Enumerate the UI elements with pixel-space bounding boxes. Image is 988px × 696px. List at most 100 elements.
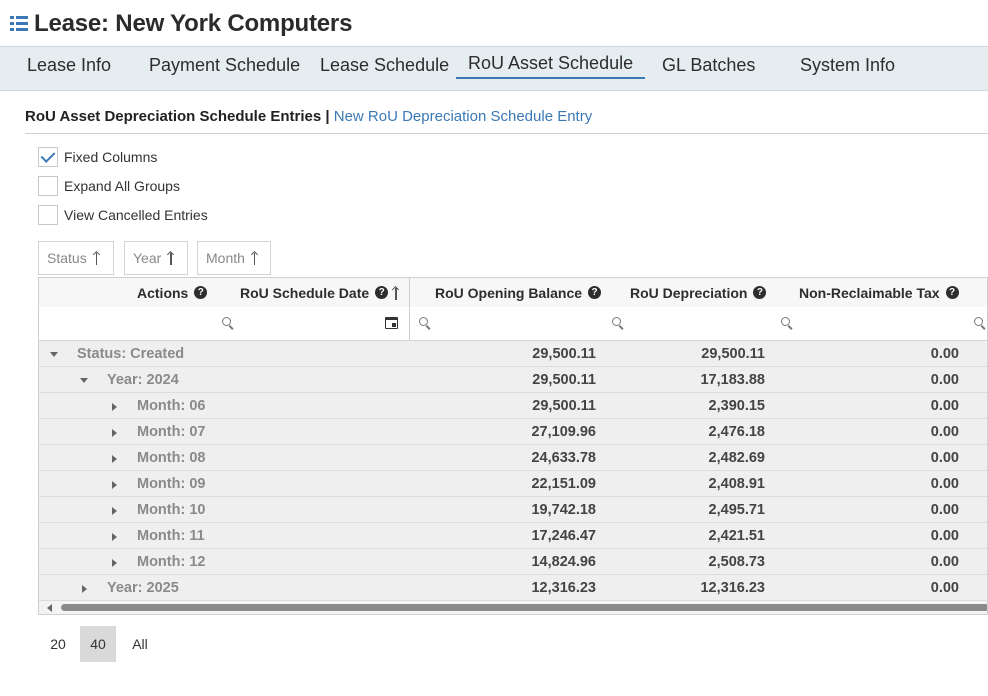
depreciation-cell: 2,508.73 — [708, 554, 765, 570]
expand-icon[interactable] — [112, 559, 117, 567]
expand-icon[interactable] — [112, 455, 117, 463]
expand-all-groups-label: Expand All Groups — [64, 178, 180, 194]
depreciation-cell: 2,476.18 — [708, 424, 765, 440]
expand-icon[interactable] — [112, 533, 117, 541]
depreciation-cell: 2,421.51 — [708, 528, 765, 544]
help-icon[interactable]: ? — [753, 286, 767, 299]
page-size-all[interactable]: All — [122, 626, 158, 662]
group-label: Year: 2025 — [107, 580, 179, 596]
opening-balance-cell: 29,500.11 — [532, 372, 596, 388]
depreciation-cell: 2,408.91 — [708, 476, 765, 492]
page-size-40[interactable]: 40 — [80, 626, 116, 662]
column-header-rou-depreciation[interactable]: RoU Depreciation ? — [630, 278, 767, 307]
sort-ascending-icon[interactable] — [167, 251, 175, 265]
group-label: Year: 2024 — [107, 372, 179, 388]
group-row-month[interactable]: Month: 12 14,824.96 2,508.73 0.00 — [39, 549, 987, 575]
expand-icon[interactable] — [82, 585, 87, 593]
scrollbar-thumb[interactable] — [61, 604, 987, 611]
tab-lease-schedule[interactable]: Lease Schedule — [320, 55, 449, 76]
sort-ascending-icon[interactable] — [392, 286, 400, 300]
group-chip-label: Year — [133, 250, 162, 266]
search-icon[interactable] — [222, 317, 234, 329]
search-icon[interactable] — [612, 317, 624, 329]
view-cancelled-option[interactable]: View Cancelled Entries — [38, 204, 208, 226]
group-row-year[interactable]: Year: 2025 12,316.23 12,316.23 0.00 — [39, 575, 987, 601]
new-entry-link[interactable]: New RoU Depreciation Schedule Entry — [334, 108, 592, 125]
expand-icon[interactable] — [112, 481, 117, 489]
opening-balance-cell: 29,500.11 — [532, 346, 596, 362]
tax-cell: 0.00 — [930, 528, 959, 544]
help-icon[interactable]: ? — [375, 286, 389, 299]
horizontal-scrollbar[interactable] — [39, 601, 987, 614]
expand-icon[interactable] — [112, 403, 117, 411]
group-chip-label: Month — [206, 250, 245, 266]
group-label: Month: 10 — [137, 502, 206, 518]
list-icon — [10, 15, 28, 33]
fixed-columns-option[interactable]: Fixed Columns — [38, 146, 157, 168]
opening-balance-cell: 19,742.18 — [531, 502, 596, 518]
sort-ascending-icon[interactable] — [93, 251, 101, 265]
opening-balance-cell: 12,316.23 — [531, 580, 596, 596]
help-icon[interactable]: ? — [588, 286, 602, 299]
group-label: Status: Created — [77, 346, 185, 362]
search-icon[interactable] — [974, 317, 986, 329]
group-row-month[interactable]: Month: 08 24,633.78 2,482.69 0.00 — [39, 445, 987, 471]
schedule-grid: Actions ? RoU Schedule Date ? RoU Openin… — [38, 277, 988, 615]
depreciation-cell: 12,316.23 — [700, 580, 765, 596]
tax-cell: 0.00 — [930, 580, 959, 596]
column-header-non-reclaimable-tax[interactable]: Non-Reclaimable Tax ? — [799, 278, 959, 307]
expand-icon[interactable] — [112, 429, 117, 437]
column-header-rou-opening-balance[interactable]: RoU Opening Balance ? — [435, 278, 602, 307]
group-chip-status[interactable]: Status — [38, 241, 114, 275]
expand-all-groups-checkbox[interactable] — [38, 176, 58, 196]
group-row-month[interactable]: Month: 10 19,742.18 2,495.71 0.00 — [39, 497, 987, 523]
tab-payment-schedule[interactable]: Payment Schedule — [149, 55, 300, 76]
tab-rou-asset-schedule[interactable]: RoU Asset Schedule — [456, 53, 646, 79]
search-icon[interactable] — [419, 317, 431, 329]
fixed-column-divider — [409, 278, 410, 340]
page-size-20[interactable]: 20 — [40, 626, 76, 662]
group-label: Month: 09 — [137, 476, 206, 492]
help-icon[interactable]: ? — [194, 286, 208, 299]
collapse-icon[interactable] — [50, 352, 58, 357]
opening-balance-cell: 14,824.96 — [531, 554, 596, 570]
tax-cell: 0.00 — [930, 372, 959, 388]
section-header: RoU Asset Depreciation Schedule Entries … — [25, 108, 592, 125]
tab-bar: Lease Info Payment Schedule Lease Schedu… — [0, 46, 988, 91]
group-label: Month: 06 — [137, 398, 206, 414]
group-row-year[interactable]: Year: 2024 29,500.11 17,183.88 0.00 — [39, 367, 987, 393]
opening-balance-cell: 17,246.47 — [531, 528, 596, 544]
scroll-left-icon[interactable] — [47, 604, 52, 612]
group-row-month[interactable]: Month: 11 17,246.47 2,421.51 0.00 — [39, 523, 987, 549]
sort-ascending-icon[interactable] — [251, 251, 259, 265]
group-row-month[interactable]: Month: 07 27,109.96 2,476.18 0.00 — [39, 419, 987, 445]
section-divider — [25, 133, 988, 134]
search-icon[interactable] — [781, 317, 793, 329]
help-icon[interactable]: ? — [945, 286, 959, 299]
tax-cell: 0.00 — [930, 476, 959, 492]
column-header-actions[interactable]: Actions ? — [137, 278, 208, 307]
view-cancelled-checkbox[interactable] — [38, 205, 58, 225]
expand-all-groups-option[interactable]: Expand All Groups — [38, 175, 180, 197]
group-row-month[interactable]: Month: 09 22,151.09 2,408.91 0.00 — [39, 471, 987, 497]
collapse-icon[interactable] — [80, 378, 88, 383]
column-label: Non-Reclaimable Tax — [799, 284, 940, 301]
group-chip-month[interactable]: Month — [197, 241, 271, 275]
tax-cell: 0.00 — [930, 346, 959, 362]
column-header-rou-schedule-date[interactable]: RoU Schedule Date ? — [240, 278, 400, 307]
depreciation-cell: 29,500.11 — [701, 346, 765, 362]
tab-gl-batches[interactable]: GL Batches — [662, 55, 755, 76]
group-row-month[interactable]: Month: 06 29,500.11 2,390.15 0.00 — [39, 393, 987, 419]
section-title: RoU Asset Depreciation Schedule Entries — [25, 108, 322, 125]
calendar-icon[interactable] — [385, 317, 398, 329]
group-chip-year[interactable]: Year — [124, 241, 188, 275]
opening-balance-cell: 22,151.09 — [531, 476, 596, 492]
fixed-columns-checkbox[interactable] — [38, 147, 58, 167]
tab-lease-info[interactable]: Lease Info — [27, 55, 111, 76]
view-cancelled-label: View Cancelled Entries — [64, 207, 208, 223]
group-label: Month: 08 — [137, 450, 206, 466]
group-chip-label: Status — [47, 250, 87, 266]
tab-system-info[interactable]: System Info — [800, 55, 895, 76]
expand-icon[interactable] — [112, 507, 117, 515]
group-row-status[interactable]: Status: Created 29,500.11 29,500.11 0.00 — [39, 341, 987, 367]
